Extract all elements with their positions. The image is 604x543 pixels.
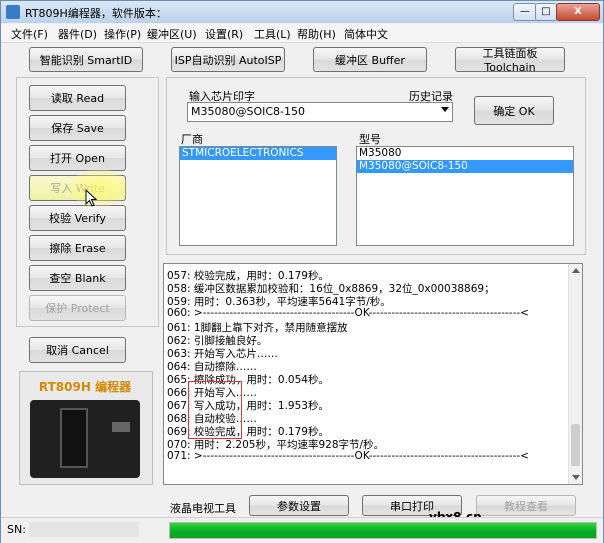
read-button[interactable]: 读取 Read — [29, 85, 126, 111]
log-output[interactable]: 057: 校验完成，用时：0.179秒。 058: 缓冲区数据累加校验和：16位… — [163, 263, 583, 485]
open-button[interactable]: 打开 Open — [29, 145, 126, 171]
menu-settings[interactable]: 设置(R) — [205, 26, 243, 42]
verify-button[interactable]: 校验 Verify — [29, 205, 126, 231]
menu-tools[interactable]: 工具(L) — [254, 26, 291, 42]
save-button[interactable]: 保存 Save — [29, 115, 126, 141]
device-label: RT809H 编程器 — [38, 380, 132, 394]
model-list-item-selected[interactable]: M35080@SOIC8-150 — [357, 160, 573, 173]
chip-input-combo[interactable]: M35080@SOIC8-150 — [187, 102, 453, 122]
log-line: 060: >----------------------------------… — [167, 307, 529, 319]
autoisp-button[interactable]: ISP自动识别 AutoISP — [171, 47, 285, 72]
minimize-button[interactable]: — — [513, 3, 537, 21]
model-list-item[interactable]: M35080 — [357, 147, 573, 160]
progress-fill — [170, 523, 596, 538]
params-button[interactable]: 参数设置 — [249, 495, 349, 516]
model-label: 型号 — [359, 133, 381, 146]
status-bar: SN: — [1, 517, 603, 543]
lcd-tools-label[interactable]: 液晶电视工具 — [170, 500, 236, 516]
scroll-down-icon[interactable] — [572, 475, 580, 480]
scroll-thumb[interactable] — [571, 424, 580, 466]
model-list[interactable]: M35080 M35080@SOIC8-150 — [356, 146, 574, 246]
main-window: RT809H编程器，软件版本： — □ X 文件(F) 器件(D) 操作(P) … — [0, 0, 604, 543]
ok-button[interactable]: 确定 OK — [474, 96, 554, 125]
erase-button[interactable]: 擦除 Erase — [29, 235, 126, 261]
log-line: 071: >----------------------------------… — [167, 450, 529, 462]
vendor-list[interactable]: STMICROELECTRONICS — [179, 146, 337, 246]
menu-language[interactable]: 简体中文 — [344, 26, 388, 42]
cancel-button[interactable]: 取消 Cancel — [29, 337, 126, 363]
serial-number-label: SN: — [7, 523, 26, 536]
maximize-button[interactable]: □ — [535, 3, 557, 21]
tutorial-button[interactable]: 教程查看 — [476, 495, 576, 516]
chevron-down-icon[interactable] — [441, 107, 449, 112]
programmer-device-image: RT809H 编程器 — [19, 371, 153, 485]
vendor-list-item[interactable]: STMICROELECTRONICS — [180, 147, 336, 160]
vendor-label: 厂商 — [181, 133, 203, 146]
window-title: RT809H编程器，软件版本： — [25, 7, 167, 20]
app-icon — [6, 5, 20, 19]
title-bar: RT809H编程器，软件版本： — □ X — [1, 1, 603, 23]
device-port — [112, 422, 130, 432]
close-button[interactable]: X — [556, 3, 600, 21]
menu-operation[interactable]: 操作(P) — [104, 26, 141, 42]
toolchain-button[interactable]: 工具链面板 Toolchain — [455, 47, 565, 74]
smartid-button[interactable]: 智能识别 SmartID — [29, 47, 143, 72]
serial-number-value — [29, 522, 139, 537]
mouse-pointer-icon — [85, 189, 97, 207]
menu-help[interactable]: 帮助(H) — [297, 26, 336, 42]
log-scrollbar[interactable] — [568, 264, 582, 484]
scroll-up-icon[interactable] — [572, 268, 580, 273]
chip-input-value: M35080@SOIC8-150 — [191, 105, 306, 118]
cursor-highlight — [69, 169, 129, 207]
progress-bar — [169, 522, 597, 539]
menu-device[interactable]: 器件(D) — [58, 26, 97, 42]
menu-buffer[interactable]: 缓冲区(U) — [147, 26, 197, 42]
buffer-button[interactable]: 缓冲区 Buffer — [313, 47, 427, 72]
menu-bar: 文件(F) 器件(D) 操作(P) 缓冲区(U) 设置(R) 工具(L) 帮助(… — [1, 24, 603, 43]
blank-button[interactable]: 查空 Blank — [29, 265, 126, 291]
menu-file[interactable]: 文件(F) — [11, 26, 48, 42]
zif-socket — [60, 408, 88, 468]
protect-button[interactable]: 保护 Protect — [29, 295, 126, 321]
highlight-annotation-box — [188, 381, 242, 439]
